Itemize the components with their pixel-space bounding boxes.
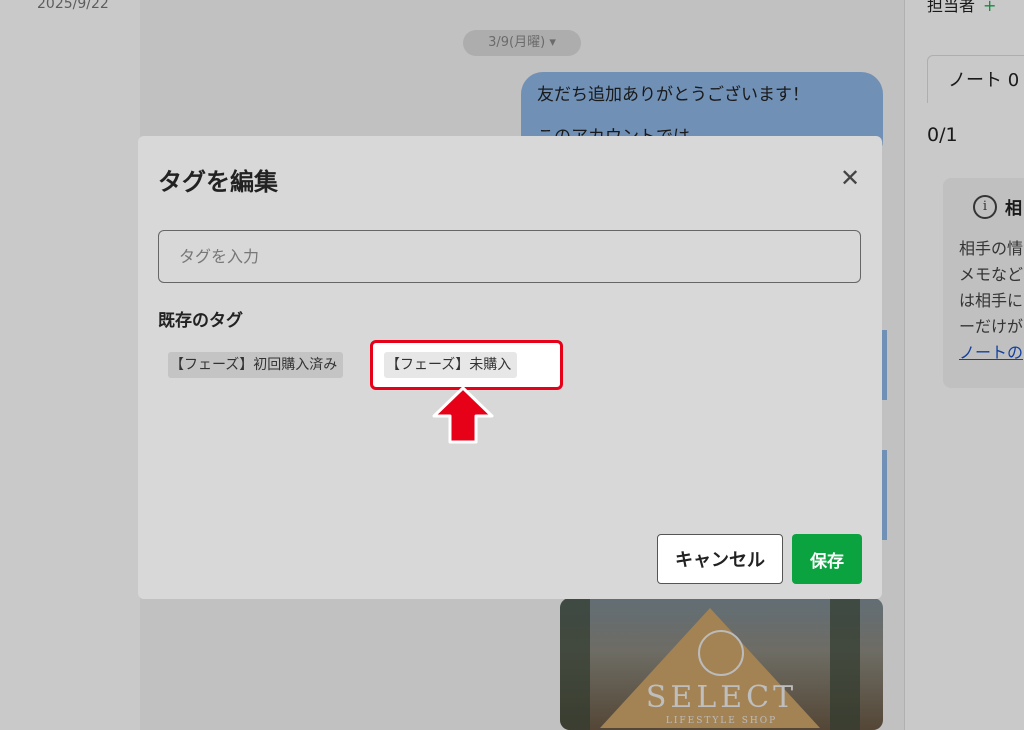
up-arrow-icon xyxy=(432,386,494,444)
edit-tags-dialog: タグを編集 ✕ 既存のタグ 【フェーズ】初回購入済み 【フェーズ】未購入 キャン… xyxy=(138,136,882,599)
save-button[interactable]: 保存 xyxy=(792,534,862,584)
tag-input[interactable] xyxy=(158,230,861,283)
tag-chip-not-purchased[interactable]: 【フェーズ】未購入 xyxy=(384,352,518,378)
dialog-title: タグを編集 xyxy=(158,168,278,196)
tag-chip-first-purchase[interactable]: 【フェーズ】初回購入済み xyxy=(168,352,344,378)
cancel-button[interactable]: キャンセル xyxy=(657,534,783,584)
existing-tags-label: 既存のタグ xyxy=(158,311,243,331)
close-icon[interactable]: ✕ xyxy=(838,166,862,190)
